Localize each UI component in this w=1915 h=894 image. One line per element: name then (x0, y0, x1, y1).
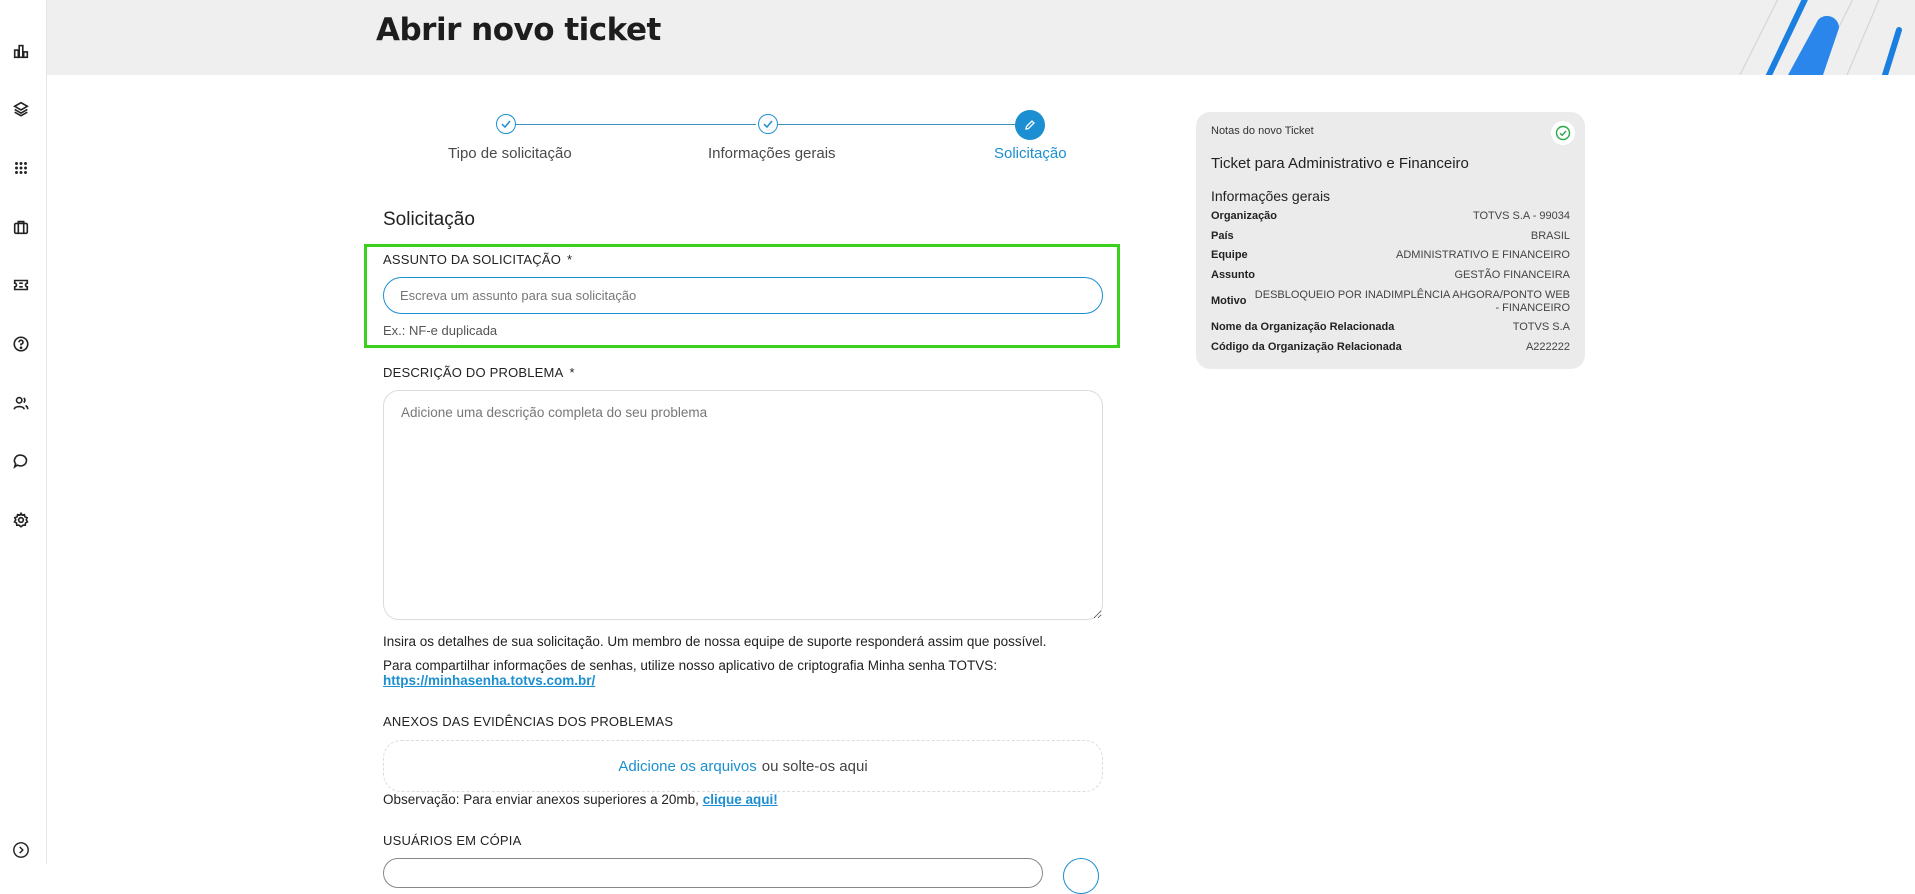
description-textarea[interactable] (383, 390, 1103, 620)
cc-users-input[interactable] (383, 858, 1043, 888)
section-title: Solicitação (383, 209, 475, 230)
info-text-passwords: Para compartilhar informações de senhas,… (383, 658, 998, 673)
cc-label: USUÁRIOS EM CÓPIA (383, 833, 522, 848)
step-done-check-icon[interactable] (758, 114, 778, 134)
notes-section-title: Informações gerais (1211, 188, 1331, 204)
layers-icon[interactable] (11, 99, 31, 119)
settings-icon[interactable] (11, 510, 31, 530)
subject-label: ASSUNTO DA SOLICITAÇÃO * (383, 252, 572, 267)
header-decoration (1739, 0, 1902, 75)
required-mark: * (569, 365, 575, 380)
note-value: GESTÃO FINANCEIRA (1454, 269, 1570, 281)
chevron-right-icon[interactable] (11, 840, 31, 860)
ticket-icon[interactable] (11, 275, 31, 295)
note-value: TOTVS S.A - 99034 (1472, 210, 1570, 222)
description-label-text: DESCRIÇÃO DO PROBLEMA (383, 365, 564, 380)
note-key: Assunto (1211, 269, 1255, 281)
attachments-note: Observação: Para enviar anexos superiore… (383, 792, 778, 807)
note-value: BRASIL (1530, 230, 1570, 242)
chat-icon[interactable] (11, 451, 31, 471)
add-files-link[interactable]: Adicione os arquivos (618, 758, 756, 775)
drop-text: ou solte-os aqui (761, 757, 868, 775)
attachments-dropzone[interactable]: Adicione os arquivos ou solte-os aqui (383, 740, 1103, 792)
step-label-informacoes[interactable]: Informações gerais (708, 145, 836, 162)
note-value: ADMINISTRATIVO E FINANCEIRO (1396, 249, 1570, 261)
note-key: Organização (1211, 210, 1278, 222)
password-link-wrapper: https://minhasenha.totvs.com.br/ (383, 673, 595, 688)
chart-icon[interactable] (11, 41, 31, 61)
note-value: A222222 (1525, 341, 1570, 353)
step-label-solicitacao[interactable]: Solicitação (994, 145, 1067, 162)
step-label-tipo[interactable]: Tipo de solicitação (448, 145, 572, 162)
required-mark: * (567, 252, 573, 267)
page-header: Abrir novo ticket (47, 0, 1915, 75)
note-key: Nome da Organização Relacionada (1211, 321, 1395, 333)
step-done-check-icon[interactable] (496, 114, 516, 134)
notes-header: Notas do novo Ticket (1211, 125, 1314, 137)
note-key: Motivo (1211, 295, 1247, 307)
password-app-link[interactable]: https://minhasenha.totvs.com.br/ (383, 673, 595, 688)
ticket-notes-card: Notas do novo Ticket Ticket para Adminis… (1196, 112, 1585, 369)
attachments-note-text: Observação: Para enviar anexos superiore… (383, 792, 699, 807)
step-active-edit-icon[interactable] (1015, 110, 1045, 140)
note-value: DESBLOQUEIO POR INADIMPLÊNCIA AHGORA/PON… (1254, 289, 1570, 314)
sidebar (0, 0, 47, 864)
note-key: Equipe (1211, 249, 1248, 261)
stepper-line (516, 124, 756, 125)
description-label: DESCRIÇÃO DO PROBLEMA * (383, 365, 575, 380)
attachments-label: ANEXOS DAS EVIDÊNCIAS DOS PROBLEMAS (383, 714, 674, 729)
note-row: Motivo DESBLOQUEIO POR INADIMPLÊNCIA AHG… (1211, 289, 1570, 317)
help-icon[interactable] (11, 334, 31, 354)
note-key: País (1211, 230, 1234, 242)
note-key: Código da Organização Relacionada (1211, 341, 1402, 353)
check-circle-icon (1551, 121, 1575, 145)
note-value: TOTVS S.A (1512, 321, 1570, 333)
add-cc-user-button[interactable] (1063, 858, 1099, 894)
large-attachments-link[interactable]: clique aqui! (703, 792, 778, 807)
subject-input[interactable] (383, 277, 1103, 314)
subject-label-text: ASSUNTO DA SOLICITAÇÃO (383, 252, 562, 267)
info-text-details: Insira os detalhes de sua solicitação. U… (383, 634, 1047, 649)
briefcase-icon[interactable] (11, 217, 31, 237)
notes-title: Ticket para Administrativo e Financeiro (1211, 155, 1469, 172)
stepper-line (778, 124, 1016, 125)
subject-hint: Ex.: NF-e duplicada (383, 323, 498, 338)
apps-grid-icon[interactable] (11, 158, 31, 178)
users-icon[interactable] (11, 393, 31, 413)
page-title: Abrir novo ticket (376, 12, 661, 48)
